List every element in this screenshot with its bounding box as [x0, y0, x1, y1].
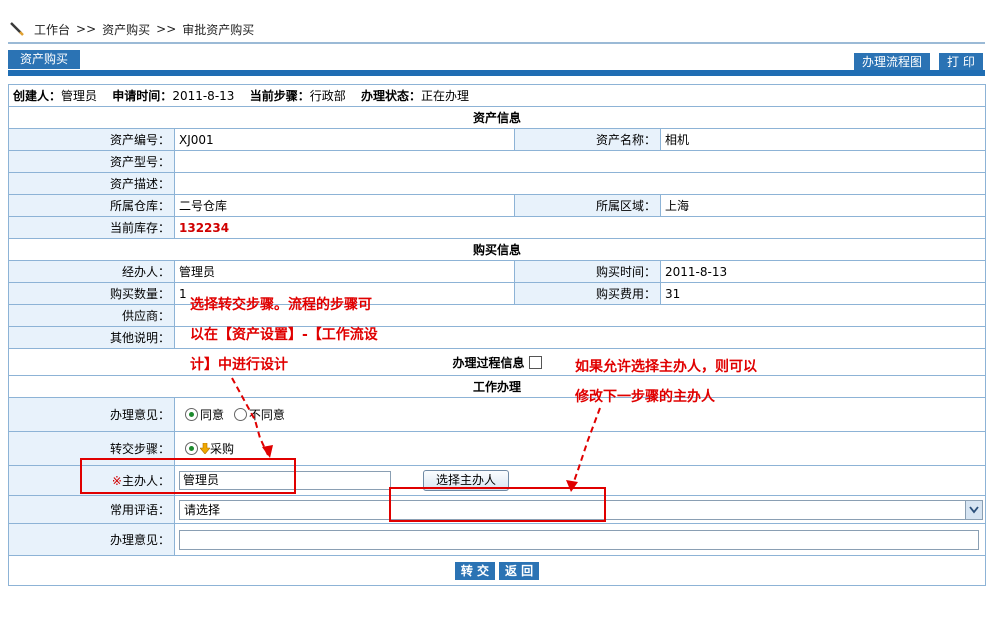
opinion-text-cell: [173, 523, 987, 556]
radio-disagree-label[interactable]: 不同意: [249, 408, 285, 422]
asset-desc-value: [173, 172, 987, 195]
handler-value: 管理员: [174, 260, 515, 283]
breadcrumb-item-approve: 审批资产购买: [182, 22, 255, 37]
common-comment-label: 常用评语：: [8, 495, 175, 524]
radio-agree[interactable]: [185, 408, 198, 421]
tab-asset-purchase[interactable]: 资产购买: [8, 50, 81, 69]
actions-cell: 转 交返 回: [7, 555, 987, 586]
next-step-value[interactable]: 采购: [210, 442, 234, 456]
print-button[interactable]: 打 印: [939, 53, 983, 71]
other-label: 其他说明：: [8, 326, 175, 349]
breadcrumb: 工作台 >> 资产购买 >> 审批资产购买: [8, 16, 254, 42]
annotation-note-host: 如果允许选择主办人，则可以 修改下一步骤的主办人: [575, 359, 757, 405]
opinion-text-label: 办理意见：: [8, 523, 175, 556]
asset-name-label: 资产名称：: [514, 128, 661, 151]
radio-disagree[interactable]: [233, 408, 247, 421]
purchase-time-label: 购买时间：: [514, 260, 661, 283]
qty-label: 购买数量：: [8, 282, 175, 305]
section-title-work: 工作办理: [7, 375, 987, 398]
cost-label: 购买费用：: [514, 282, 661, 305]
highlight-next-step: [80, 458, 296, 494]
handler-label: 经办人：: [8, 260, 175, 283]
arrow-down-icon: [200, 443, 210, 454]
asset-desc-label: 资产描述：: [8, 172, 175, 195]
asset-name-value: 相机: [659, 128, 987, 151]
highlight-host: [389, 487, 606, 522]
warehouse-value: 二号仓库: [174, 194, 515, 217]
section-title-purchase: 购买信息: [7, 238, 987, 261]
back-button[interactable]: 返 回: [499, 561, 540, 580]
asset-model-label: 资产型号：: [8, 150, 175, 173]
header-row: 创建人：管理员 申请时间：2011-8-13 当前步骤：行政部 办理状态：正在办…: [7, 84, 987, 107]
apply-time-value: 2011-8-13: [172, 89, 235, 103]
next-step-cell: 采购: [173, 431, 987, 466]
opinion-text-input[interactable]: [179, 529, 979, 550]
breadcrumb-separator: >>: [76, 22, 97, 36]
supplier-label: 供应商：: [8, 304, 175, 327]
breadcrumb-item-asset-purchase[interactable]: 资产购买: [102, 21, 150, 38]
pen-icon: [10, 22, 24, 36]
radio-next-step[interactable]: [185, 442, 198, 455]
toolbar: 资产购买 办理流程图 打 印: [8, 50, 985, 71]
warehouse-label: 所属仓库：: [8, 194, 175, 217]
stock-value: 132234: [173, 216, 987, 239]
region-label: 所属区域：: [514, 194, 661, 217]
purchase-time-value: 2011-8-13: [659, 260, 987, 283]
creator-value: 管理员: [61, 89, 98, 103]
common-comment-value: 请选择: [184, 502, 221, 517]
annotation-note-step: 选择转交步骤。流程的步骤可 以在【资产设置】-【工作流设 计】中进行设计: [190, 297, 378, 373]
process-info-label: 办理过程信息: [452, 355, 525, 370]
region-value: 上海: [659, 194, 987, 217]
breadcrumb-separator: >>: [156, 22, 177, 36]
chevron-down-icon[interactable]: [965, 500, 982, 519]
section-title-asset: 资产信息: [7, 106, 987, 129]
asset-model-value: [173, 150, 987, 173]
stock-label: 当前库存：: [8, 216, 175, 239]
cost-value: 31: [659, 282, 987, 305]
process-info-row: 办理过程信息: [7, 348, 987, 376]
process-info-checkbox[interactable]: [528, 355, 542, 369]
asset-code-value: XJ001: [174, 128, 515, 151]
breadcrumb-item-workbench[interactable]: 工作台: [34, 21, 70, 38]
status-value: 正在办理: [421, 89, 470, 103]
radio-agree-label[interactable]: 同意: [200, 408, 224, 422]
asset-code-label: 资产编号：: [8, 128, 175, 151]
opinion-label: 办理意见：: [8, 397, 175, 432]
breadcrumb-divider: [8, 42, 985, 44]
header-cell: 创建人：管理员 申请时间：2011-8-13 当前步骤：行政部 办理状态：正在办…: [7, 84, 987, 107]
toolbar-band: [8, 70, 985, 76]
current-step-value: 行政部: [309, 89, 346, 103]
submit-button[interactable]: 转 交: [454, 561, 495, 580]
flow-chart-button[interactable]: 办理流程图: [854, 53, 931, 71]
